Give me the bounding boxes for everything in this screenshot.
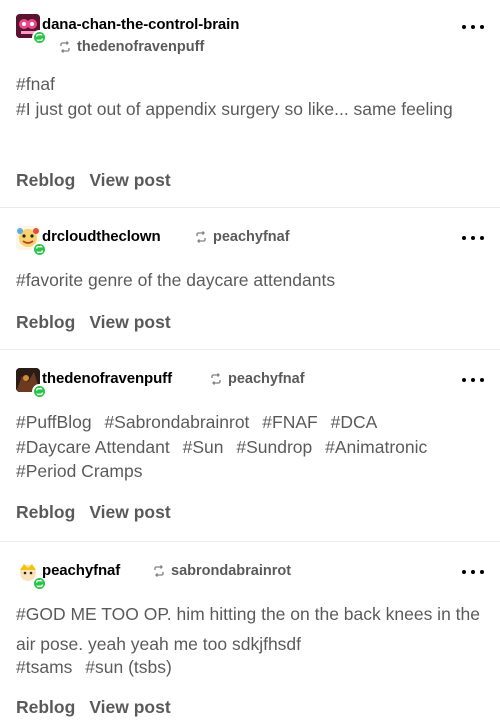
reblog-source: peachyfnaf [194,229,290,245]
reblog-icon [60,41,70,53]
tag[interactable]: #Period Cramps [16,461,142,481]
tag[interactable]: #Animatronic [325,437,427,457]
avatar[interactable] [16,560,47,591]
post-tags: #favorite genre of the daycare attendant… [16,268,484,293]
reblogged-from-link[interactable]: peachyfnaf [213,229,290,245]
post-tags: #fnaf #I just got out of appendix surger… [16,72,484,121]
post-author[interactable]: peachyfnaf [42,562,120,579]
post-3: thedenofravenpuff peachyfnaf #PuffBlog #… [0,350,500,542]
view-post-button[interactable]: View post [89,697,170,718]
tag[interactable]: #fnaf [16,72,484,97]
tag[interactable]: #Sabrondabrainrot [104,412,249,432]
tag[interactable]: #Sun [183,437,224,457]
reblogged-from-link[interactable]: peachyfnaf [228,371,305,387]
tag[interactable]: #tsams [16,657,72,677]
post-tags: #PuffBlog #Sabrondabrainrot #FNAF #DCA #… [16,410,484,484]
tag[interactable]: #Sundrop [236,437,312,457]
view-post-button[interactable]: View post [89,312,170,333]
reblog-button[interactable]: Reblog [16,170,75,191]
more-options-icon[interactable] [462,231,484,245]
reblogged-from-link[interactable]: thedenofravenpuff [77,39,204,55]
tag[interactable]: #Daycare Attendant [16,437,170,457]
post-actions: Reblog View post [16,502,171,523]
tag[interactable]: #favorite genre of the daycare attendant… [16,268,484,293]
tag[interactable]: #PuffBlog [16,412,92,432]
tag[interactable]: #I just got out of appendix surgery so l… [16,97,484,122]
post-tags: #tsams #sun (tsbs) [16,655,484,680]
post-author[interactable]: dana-chan-the-control-brain [42,16,239,33]
post-body: #GOD ME TOO OP. him hitting the on the b… [16,604,480,654]
post-author[interactable]: thedenofravenpuff [42,370,172,387]
reblog-source: sabrondabrainrot [152,563,291,579]
post-author[interactable]: drcloudtheclown [42,228,161,245]
reblog-button[interactable]: Reblog [16,502,75,523]
post-2: drcloudtheclown peachyfnaf #favorite gen… [0,208,500,350]
more-options-icon[interactable] [462,373,484,387]
post-4: peachyfnaf sabrondabrainrot #GOD ME TOO … [0,542,500,728]
post-actions: Reblog View post [16,312,171,333]
tag[interactable]: #FNAF [262,412,317,432]
avatar[interactable] [16,14,47,45]
reblog-icon [211,373,221,385]
post-1: dana-chan-the-control-brain thedenofrave… [0,0,500,208]
reblog-button[interactable]: Reblog [16,312,75,333]
reblog-source: peachyfnaf [209,371,305,387]
post-actions: Reblog View post [16,697,171,718]
reblog-icon [154,565,164,577]
reblog-button[interactable]: Reblog [16,697,75,718]
tag[interactable]: #sun (tsbs) [85,657,172,677]
more-options-icon[interactable] [462,20,484,34]
post-actions: Reblog View post [16,170,171,191]
more-options-icon[interactable] [462,565,484,579]
view-post-button[interactable]: View post [89,502,170,523]
avatar[interactable] [16,226,47,257]
avatar[interactable] [16,368,47,399]
tag[interactable]: #DCA [331,412,378,432]
reblog-icon [196,231,206,243]
view-post-button[interactable]: View post [89,170,170,191]
reblog-source: thedenofravenpuff [58,39,204,55]
reblogged-from-link[interactable]: sabrondabrainrot [171,563,291,579]
